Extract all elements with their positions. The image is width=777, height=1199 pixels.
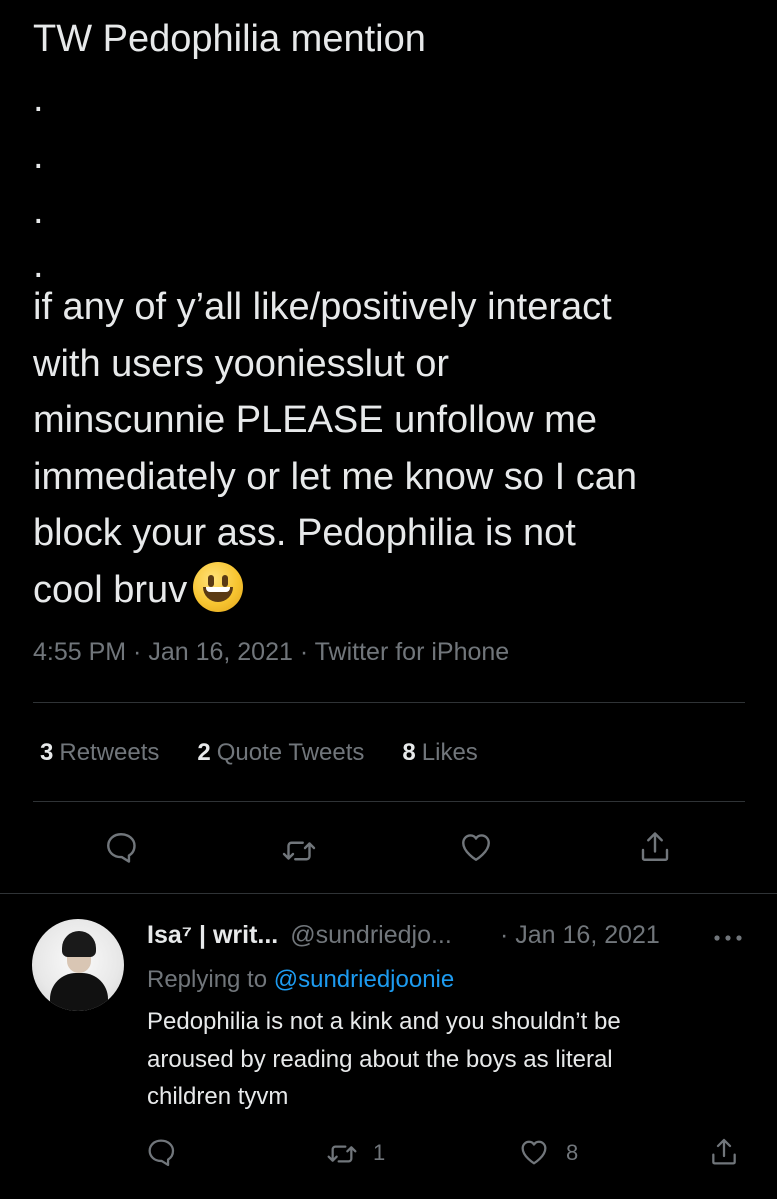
reply-actions: 1 8 (0, 1136, 777, 1176)
reply-line-3: children tyvm (147, 1083, 289, 1110)
retweets-count: 3 (40, 739, 54, 766)
reply-header: Isa⁷ | writ... @sundriedjo... · Jan 16, 2… (147, 915, 660, 955)
avatar[interactable] (32, 919, 124, 1011)
replying-mention-link[interactable]: @sundriedjoonie (274, 966, 454, 993)
reply-handle[interactable]: @sundriedjo... (290, 921, 452, 949)
tweet-line-4: immediately or let me know so I can (33, 455, 638, 498)
tweet-header: TW Pedophilia mention (33, 18, 426, 60)
share-icon[interactable] (637, 829, 673, 865)
replying-prefix: Replying to (147, 966, 268, 993)
quotes-count: 2 (197, 739, 211, 766)
tweet-line-5: block your ass. Pedophilia is not (33, 512, 576, 554)
tweet-line-2: with users yooniesslut or (33, 342, 450, 385)
grinning-face-emoji-icon (193, 562, 244, 613)
retweets-stat[interactable]: 3 Retweets (40, 733, 159, 773)
reply-line-2: aroused by reading about the boys as lit… (147, 1045, 613, 1073)
tweet-actions (0, 825, 777, 875)
like-icon[interactable] (458, 829, 494, 865)
replying-to: Replying to @sundriedjoonie (147, 960, 454, 1000)
likes-label: Likes (421, 739, 478, 766)
tweet-line-1: if any of y’all like/positively interact (33, 286, 612, 328)
retweet-icon[interactable] (281, 833, 317, 869)
tweet-meta[interactable]: 4:55 PM · Jan 16, 2021 · Twitter for iPh… (33, 632, 509, 672)
reply-like-count: 8 (566, 1140, 579, 1165)
dot-2: . (33, 135, 44, 177)
reply-icon[interactable] (145, 1136, 177, 1168)
tweet-line-6-wrap: cool bruv (33, 562, 745, 619)
likes-count: 8 (402, 739, 416, 766)
divider (33, 702, 745, 703)
tweet-line-3: minscunnie PLEASE unfollow me (33, 399, 597, 441)
divider (33, 801, 745, 802)
reply-text: Pedophilia is not a kink and you shouldn… (147, 1003, 747, 1116)
more-options-icon[interactable] (712, 933, 744, 943)
quotes-label: Quote Tweets (216, 739, 365, 766)
reply-tweet[interactable]: Isa⁷ | writ... @sundriedjo... · Jan 16, 2… (0, 893, 777, 1199)
tweet-text: if any of y’all like/positively interact… (33, 279, 745, 618)
retweet-icon[interactable] (326, 1138, 358, 1170)
dot-3: . (33, 190, 44, 232)
reply-icon[interactable] (103, 829, 139, 865)
reply-line-1: Pedophilia is not a kink and you shouldn… (147, 1008, 621, 1035)
reply-retweet-count: 1 (373, 1140, 386, 1165)
tweet-line-6: cool bruv (33, 568, 188, 611)
likes-stat[interactable]: 8 Likes (402, 733, 477, 773)
retweets-label: Retweets (59, 739, 160, 766)
quotes-stat[interactable]: 2 Quote Tweets (197, 733, 364, 773)
tweet-stats: 3 Retweets 2 Quote Tweets 8 Likes (40, 733, 478, 773)
like-icon[interactable] (518, 1136, 550, 1168)
reply-date[interactable]: · Jan 16, 2021 (500, 915, 660, 955)
share-icon[interactable] (708, 1136, 740, 1168)
dot-1: . (33, 78, 44, 120)
reply-display-name[interactable]: Isa⁷ | writ... (147, 921, 278, 949)
